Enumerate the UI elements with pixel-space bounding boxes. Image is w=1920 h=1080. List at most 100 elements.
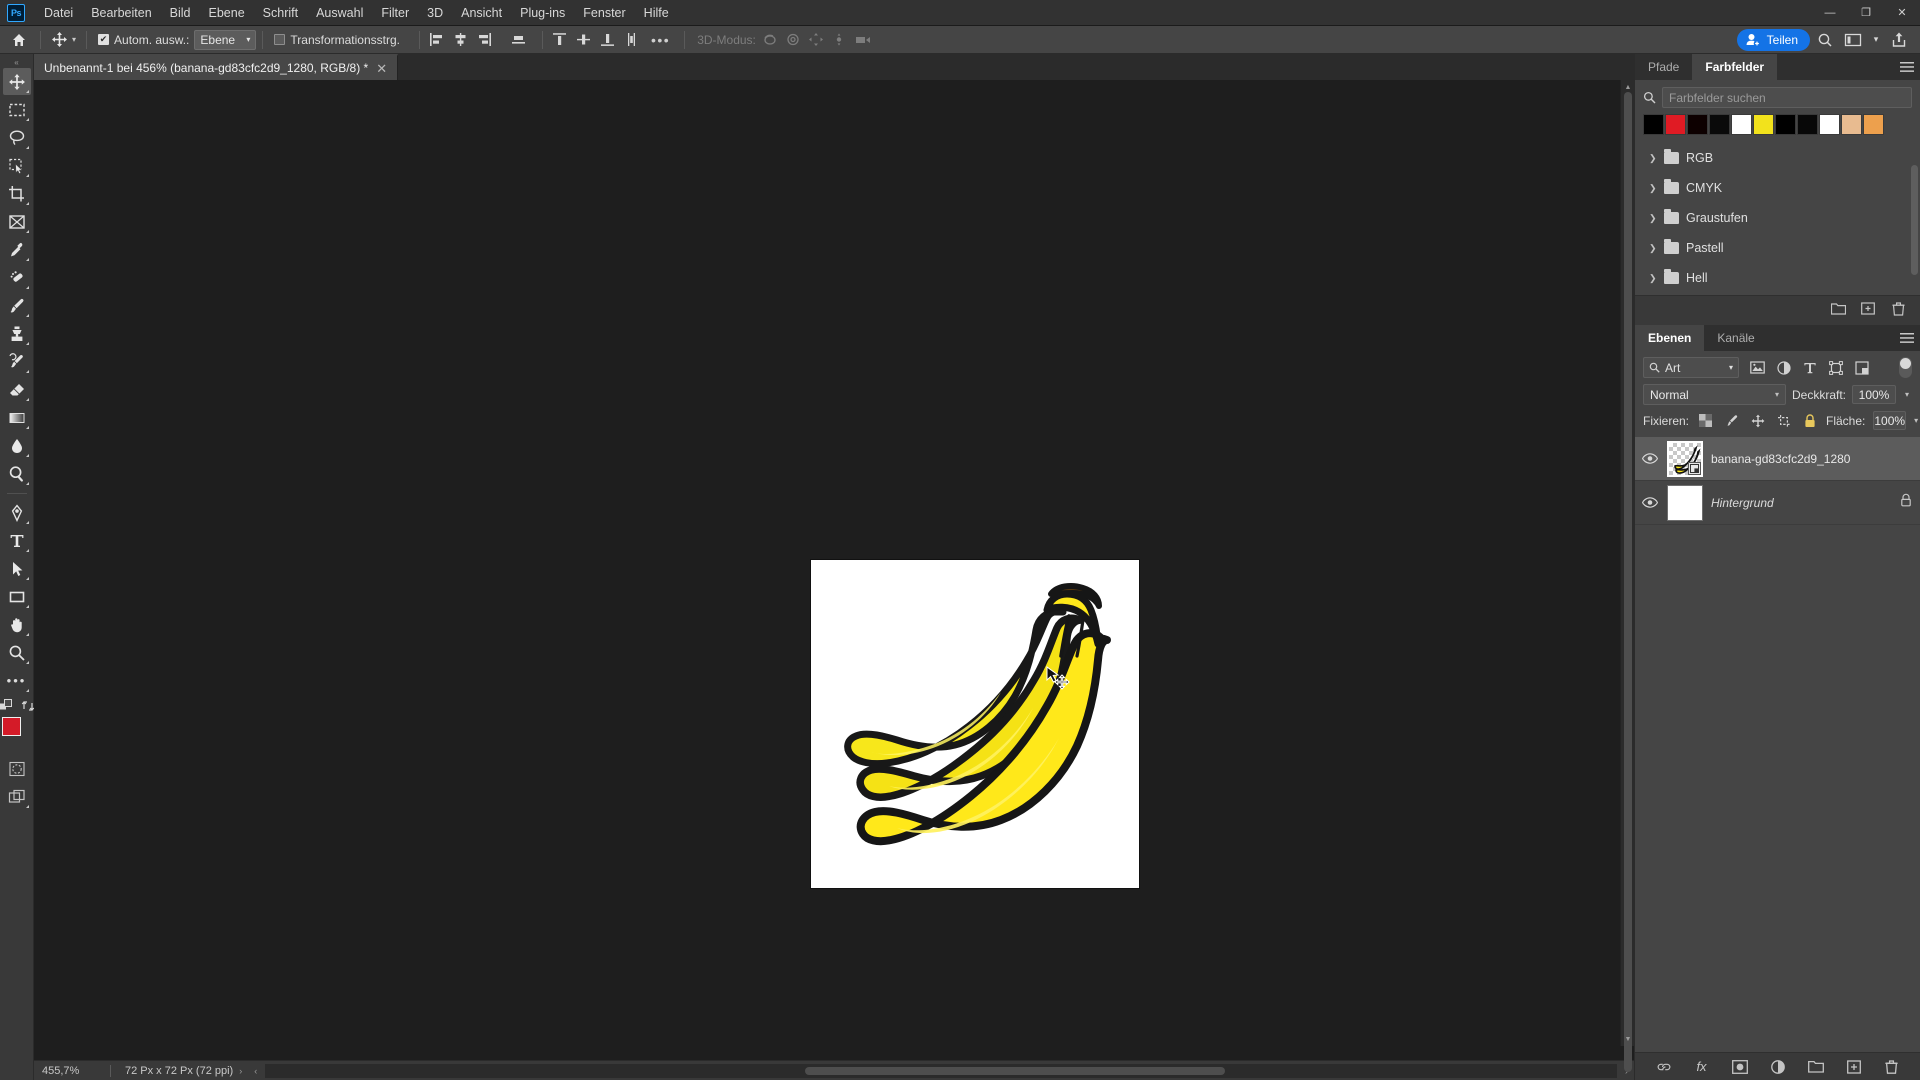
layer-filter-toggle[interactable] [1899,357,1912,378]
layer-fx-icon[interactable]: fx [1694,1059,1710,1075]
align-horizontal-centers-icon[interactable] [450,29,472,51]
canvas-horizontal-scrollbar[interactable] [265,1063,1617,1078]
adjustment-layer-icon[interactable] [1770,1059,1786,1075]
color-swatch[interactable] [1819,114,1840,135]
menu-filter[interactable]: Filter [372,2,418,24]
tool-eraser[interactable] [3,376,31,403]
canvas-vertical-scrollbar[interactable]: ▲ ▼ [1620,80,1635,1072]
image-canvas[interactable] [811,560,1139,888]
swatches-panel-menu-icon[interactable] [1894,54,1920,80]
status-expand-icon[interactable]: › [233,1066,248,1076]
new-layer-icon[interactable] [1846,1059,1862,1075]
more-options-icon[interactable]: ••• [643,33,678,47]
tool-crop[interactable] [3,180,31,207]
layer-row[interactable]: banana-gd83cfc2d9_1280 [1635,437,1920,481]
tool-history-brush[interactable] [3,348,31,375]
menu-fenster[interactable]: Fenster [574,2,634,24]
swatch-group-row[interactable]: ❯ Hell [1635,263,1920,293]
document-tab[interactable]: Unbenannt-1 bei 456% (banana-gd83cfc2d9_… [34,54,399,80]
canvas-vertical-scroll-thumb[interactable] [1624,92,1632,1072]
align-vertical-centers-icon[interactable] [573,29,595,51]
opacity-value[interactable]: 100% [1852,385,1896,404]
tool-healing-brush[interactable] [3,264,31,291]
search-icon[interactable] [1812,28,1838,52]
swatch-search-input[interactable]: Farbfelder suchen [1662,87,1912,108]
chevron-down-icon[interactable]: ▾ [1868,28,1884,52]
fill-value[interactable]: 100% [1873,411,1907,430]
transform-controls-checkbox-box[interactable] [274,34,286,45]
opacity-chevron-down-icon[interactable]: ▾ [1902,390,1912,399]
lock-image-icon[interactable] [1723,412,1740,429]
close-icon[interactable]: ✕ [376,62,387,75]
layer-visibility-toggle[interactable] [1641,497,1659,508]
export-share-icon[interactable] [1886,28,1912,52]
canvas-horizontal-scroll-thumb[interactable] [805,1066,1226,1075]
fill-chevron-down-icon[interactable]: ▾ [1914,416,1918,425]
tool-frame[interactable] [3,208,31,235]
default-colors-icon[interactable] [0,699,13,713]
menu-bild[interactable]: Bild [161,2,200,24]
menu-bearbeiten[interactable]: Bearbeiten [82,2,160,24]
toolbar-collapse-handle[interactable]: « [9,58,25,67]
menu-hilfe[interactable]: Hilfe [635,2,678,24]
tool-blur[interactable] [3,432,31,459]
swap-colors-icon[interactable] [21,699,35,713]
share-button[interactable]: Teilen [1736,28,1810,51]
filter-type-icon[interactable] [1801,359,1818,376]
align-vertical-top-icon[interactable] [549,29,571,51]
chevron-right-icon[interactable]: ❯ [1649,153,1657,164]
workspace-icon[interactable] [1840,28,1866,52]
tool-move[interactable] [2,68,31,95]
lock-position-icon[interactable] [1749,412,1766,429]
link-layers-icon[interactable] [1656,1059,1672,1075]
lock-transparency-icon[interactable] [1697,412,1714,429]
distribute-icon[interactable] [621,29,643,51]
layer-thumbnail[interactable] [1667,440,1703,477]
blend-mode-dropdown[interactable]: Normal ▾ [1643,384,1786,405]
maximize-button[interactable]: ❐ [1848,0,1884,26]
color-swatch[interactable] [1687,114,1708,135]
menu-ansicht[interactable]: Ansicht [452,2,511,24]
menu-datei[interactable]: Datei [35,2,82,24]
color-swatch[interactable] [1731,114,1752,135]
screen-mode-toggle[interactable] [3,783,31,810]
scroll-down-icon[interactable]: ▼ [1621,1032,1635,1046]
new-group-icon[interactable] [1830,301,1846,317]
filter-adjustment-icon[interactable] [1775,359,1792,376]
tool-dodge[interactable] [3,460,31,487]
layer-filter-kind-dropdown[interactable]: Art ▾ [1643,357,1739,378]
layer-thumbnail[interactable] [1667,484,1703,521]
color-swatch[interactable] [1775,114,1796,135]
auto-select-scope-dropdown[interactable]: Ebene ▾ [194,29,257,50]
color-swatch[interactable] [1665,114,1686,135]
tool-clone-stamp[interactable] [3,320,31,347]
swatches-scrollbar[interactable] [1911,145,1918,293]
tool-lasso[interactable] [3,124,31,151]
transform-controls-checkbox[interactable]: Transformationsstrg. [269,33,405,47]
auto-select-checkbox-box[interactable] [98,34,110,45]
layers-panel-menu-icon[interactable] [1894,325,1920,351]
canvas-viewport[interactable]: ▲ ▼ [34,80,1635,1072]
tool-type[interactable] [3,527,31,554]
layer-row[interactable]: Hintergrund [1635,481,1920,525]
close-button[interactable]: ✕ [1884,0,1920,26]
align-right-edges-icon[interactable] [474,29,496,51]
chevron-right-icon[interactable]: ❯ [1649,213,1657,224]
align-top-edges-icon[interactable] [508,29,530,51]
tool-pen[interactable] [3,499,31,526]
quick-mask-toggle[interactable] [3,755,31,782]
filter-pixel-icon[interactable] [1749,359,1766,376]
tool-rectangle[interactable] [3,583,31,610]
foreground-color-swatch[interactable] [1,717,21,736]
filter-shape-icon[interactable] [1827,359,1844,376]
tab-farbfelder[interactable]: Farbfelder [1692,54,1778,80]
chevron-right-icon[interactable]: ❯ [1649,183,1657,194]
color-swatch[interactable] [1643,114,1664,135]
chevron-right-icon[interactable]: ❯ [1649,243,1657,254]
menu-auswahl[interactable]: Auswahl [307,2,372,24]
auto-select-checkbox[interactable]: Autom. ausw.: [93,33,194,47]
menu-plugins[interactable]: Plug-ins [511,2,574,24]
layer-visibility-toggle[interactable] [1641,453,1659,464]
tab-pfade[interactable]: Pfade [1635,54,1692,80]
tool-eyedropper[interactable] [3,236,31,263]
